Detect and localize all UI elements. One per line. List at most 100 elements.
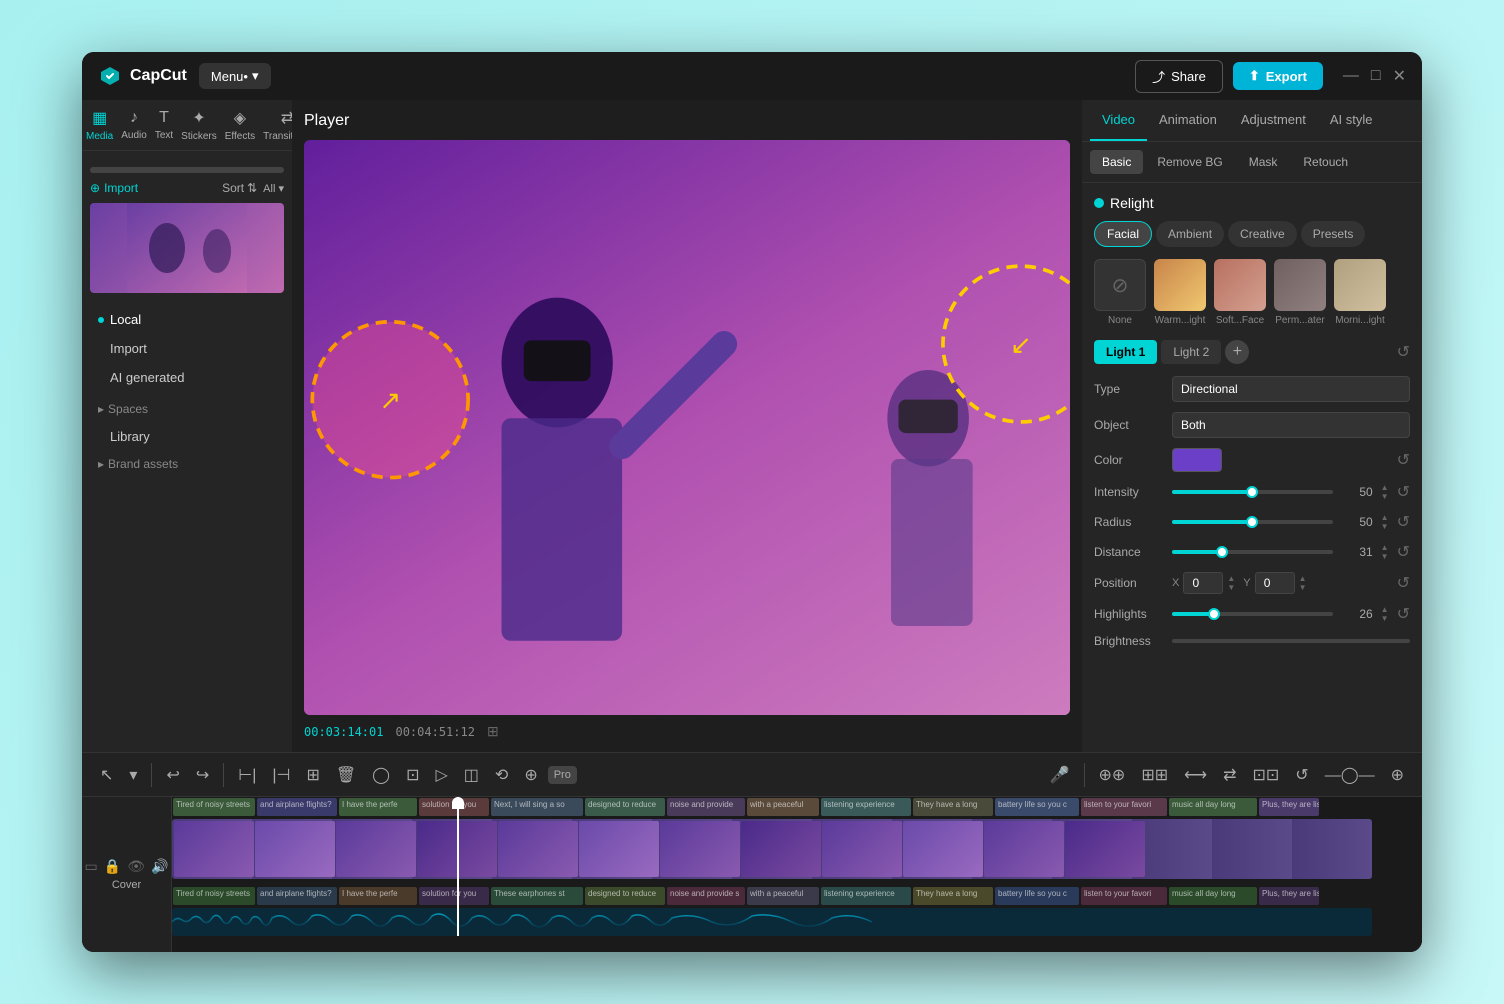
sub-tab-mask[interactable]: Mask [1237,150,1290,174]
import-button[interactable]: ⊕ Import [90,181,138,195]
color-reset-button[interactable]: ↺ [1397,450,1410,470]
position-x-field[interactable] [1183,572,1223,594]
audio-toggle[interactable]: ↺ [1289,761,1314,789]
tab-animation[interactable]: Animation [1147,100,1229,141]
light-tab-1[interactable]: Light 1 [1094,340,1157,364]
trim-right[interactable]: ⊞ [300,761,325,789]
nav-spaces[interactable]: ▸ Spaces [82,396,292,422]
preset-soft[interactable]: Soft...Face [1214,259,1266,326]
nav-ai-generated[interactable]: AI generated [82,363,292,392]
mic-button[interactable]: 🎤 [1044,761,1076,789]
text-clip-14[interactable]: Plus, they are lis [1259,798,1319,816]
text-clip-2[interactable]: and airplane flights? [257,798,337,816]
settings-button[interactable]: ⊕ [1385,761,1410,789]
nav-library[interactable]: Library [82,422,292,451]
distance-reset[interactable]: ↺ [1397,542,1410,562]
zoom-slider[interactable]: —◯— [1319,761,1381,789]
facial-tab-creative[interactable]: Creative [1228,221,1297,247]
light-add-button[interactable]: + [1225,340,1249,364]
stickers-tab[interactable]: ✦ Stickers [177,100,221,150]
layout-toggle[interactable]: ⊡⊡ [1246,761,1285,789]
pos-x-up[interactable]: ▲ [1227,575,1235,583]
intensity-down[interactable]: ▼ [1381,493,1389,501]
link-toggle[interactable]: ⟷ [1178,761,1213,789]
text-clip-9[interactable]: listening experience [821,798,911,816]
pro-button[interactable]: Pro [548,766,577,784]
shield-button[interactable]: ◯ [366,761,396,789]
redo-button[interactable]: ↪ [190,761,215,789]
sub-clip-10[interactable]: They have a long [913,887,993,905]
audio-tab[interactable]: ♪ Audio [117,100,151,150]
close-button[interactable]: ✕ [1393,66,1406,86]
text-clip-10[interactable]: They have a long [913,798,993,816]
nav-local[interactable]: Local [82,305,292,334]
position-reset[interactable]: ↺ [1397,573,1410,593]
text-tab[interactable]: T Text [151,100,177,150]
sub-tab-remove-bg[interactable]: Remove BG [1145,150,1234,174]
text-clip-5[interactable]: Next, I will sing a so [491,798,583,816]
sub-tab-basic[interactable]: Basic [1090,150,1143,174]
delete-button[interactable]: 🗑 [330,761,362,789]
text-clip-7[interactable]: noise and provide [667,798,745,816]
tab-adjustment[interactable]: Adjustment [1229,100,1318,141]
sub-clip-6[interactable]: designed to reduce [585,887,665,905]
trim-left[interactable]: |⊣ [266,761,296,789]
object-select[interactable]: Both Person 1 Person 2 [1172,412,1410,438]
text-clip-12[interactable]: listen to your favori [1081,798,1167,816]
intensity-up[interactable]: ▲ [1381,484,1389,492]
pos-x-down[interactable]: ▼ [1227,584,1235,592]
tab-ai-style[interactable]: AI style [1318,100,1385,141]
crop-button[interactable]: ⊡ [400,761,425,789]
nav-import[interactable]: Import [82,334,292,363]
media-thumbnail[interactable] [90,203,284,293]
minimize-button[interactable]: — [1343,66,1359,86]
select-tool[interactable]: ↖ [94,761,119,789]
radius-up[interactable]: ▲ [1381,514,1389,522]
sub-clip-2[interactable]: and airplane flights? [257,887,337,905]
text-clip-1[interactable]: Tired of noisy streets [173,798,255,816]
highlights-slider[interactable] [1172,612,1333,616]
mirror-button[interactable]: ◫ [458,761,485,789]
distance-up[interactable]: ▲ [1381,544,1389,552]
sub-clip-12[interactable]: listen to your favori [1081,887,1167,905]
sub-clip-13[interactable]: music all day long [1169,887,1257,905]
preset-warm[interactable]: Warm...ight [1154,259,1206,326]
facial-tab-presets[interactable]: Presets [1301,221,1366,247]
sub-clip-9[interactable]: listening experience [821,887,911,905]
maximize-button[interactable]: □ [1371,66,1381,86]
pos-y-down[interactable]: ▼ [1299,584,1307,592]
undo-button[interactable]: ↩ [160,761,185,789]
zoom-fit[interactable]: ⊕⊕ [1093,761,1132,789]
light-reset-button[interactable]: ↺ [1397,342,1410,362]
track-lock-icon[interactable]: 🔒 [104,858,121,875]
text-clip-11[interactable]: battery life so you c [995,798,1079,816]
preset-none[interactable]: ⊘ None [1094,259,1146,326]
sub-clip-1[interactable]: Tired of noisy streets [173,887,255,905]
sub-clip-3[interactable]: I have the perfe [339,887,417,905]
distance-slider[interactable] [1172,550,1333,554]
highlights-down[interactable]: ▼ [1381,615,1389,623]
preset-perm[interactable]: Perm...ater [1274,259,1326,326]
filter-button[interactable]: All ▾ [263,182,284,195]
view-toggle[interactable]: ⊞⊞ [1135,761,1174,789]
radius-reset[interactable]: ↺ [1397,512,1410,532]
tab-video[interactable]: Video [1090,100,1147,141]
light-tab-2[interactable]: Light 2 [1161,340,1221,364]
sort-button[interactable]: Sort ⇅ [222,181,257,195]
type-select[interactable]: Directional Point Spot [1172,376,1410,402]
sub-clip-11[interactable]: battery life so you c [995,887,1079,905]
text-clip-13[interactable]: music all day long [1169,798,1257,816]
intensity-reset[interactable]: ↺ [1397,482,1410,502]
track-visibility-icon[interactable]: 👁 [127,858,145,875]
sub-tab-retouch[interactable]: Retouch [1291,150,1360,174]
radius-slider[interactable] [1172,520,1333,524]
track-image-icon[interactable]: ▭ [85,858,98,875]
nav-brand-assets[interactable]: ▸ Brand assets [82,451,292,477]
color-swatch[interactable] [1172,448,1222,472]
media-tab[interactable]: ▦ Media [82,100,117,150]
sub-clip-7[interactable]: noise and provide s [667,887,745,905]
text-clip-3[interactable]: I have the perfe [339,798,417,816]
intensity-slider[interactable] [1172,490,1333,494]
highlights-reset[interactable]: ↺ [1397,604,1410,624]
preset-morn[interactable]: Morni...ight [1334,259,1386,326]
